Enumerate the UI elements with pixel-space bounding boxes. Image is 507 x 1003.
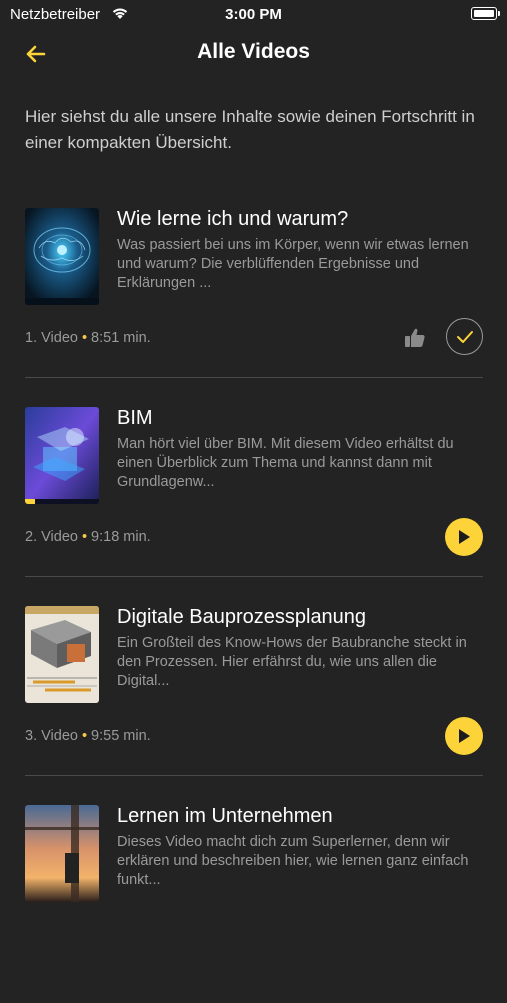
video-list-item[interactable]: Digitale Bauprozessplanung Ein Großteil …: [25, 606, 483, 804]
separator-dot: •: [81, 529, 88, 545]
play-icon: [459, 530, 470, 544]
play-button[interactable]: [445, 717, 483, 755]
video-list-item[interactable]: BIM Man hört viel über BIM. Mit diesem V…: [25, 407, 483, 605]
video-title: BIM: [117, 407, 153, 429]
video-duration: 8:51 min.: [91, 330, 151, 346]
battery-icon: [471, 7, 500, 20]
video-duration: 9:18 min.: [91, 529, 151, 545]
divider: [25, 775, 483, 776]
video-thumbnail: [25, 606, 99, 703]
video-thumbnail: [25, 208, 99, 305]
navigation-bar: Alle Videos: [0, 32, 507, 76]
video-number: 1. Video: [25, 330, 78, 346]
separator-dot: •: [81, 728, 88, 744]
completed-check-button[interactable]: [446, 318, 483, 355]
video-thumbnail: [25, 407, 99, 504]
play-icon: [459, 729, 470, 743]
video-number: 2. Video: [25, 529, 78, 545]
separator-dot: •: [81, 330, 88, 346]
video-title: Wie lerne ich und warum?: [117, 208, 349, 230]
video-title: Lernen im Unternehmen: [117, 805, 333, 827]
page-title: Alle Videos: [197, 40, 310, 63]
divider: [25, 576, 483, 577]
play-button[interactable]: [445, 518, 483, 556]
divider: [25, 377, 483, 378]
video-meta: 1. Video • 8:51 min.: [25, 330, 151, 346]
video-title: Digitale Bauprozessplanung: [117, 606, 367, 628]
video-meta: 3. Video • 9:55 min.: [25, 728, 151, 744]
video-description: Was passiert bei uns im Körper, wenn wir…: [117, 237, 469, 291]
video-description: Dieses Video macht dich zum Superlerner,…: [117, 834, 469, 888]
video-thumbnail: [25, 805, 99, 902]
video-number: 3. Video: [25, 728, 78, 744]
checkmark-icon: [456, 330, 473, 343]
video-description: Ein Großteil des Know-Hows der Baubranch…: [117, 635, 467, 689]
video-duration: 9:55 min.: [91, 728, 151, 744]
status-bar: Netzbetreiber 3:00 PM: [0, 0, 507, 30]
video-meta: 2. Video • 9:18 min.: [25, 529, 151, 545]
status-time: 3:00 PM: [225, 6, 282, 23]
video-description: Man hört viel über BIM. Mit diesem Video…: [117, 436, 454, 490]
video-list-item[interactable]: Wie lerne ich und warum? Was passiert be…: [25, 208, 483, 406]
video-list-item[interactable]: Lernen im Unternehmen Dieses Video macht…: [25, 805, 483, 1003]
intro-text: Hier siehst du alle unsere Inhalte sowie…: [25, 107, 475, 152]
thumbs-up-icon[interactable]: [402, 325, 428, 351]
